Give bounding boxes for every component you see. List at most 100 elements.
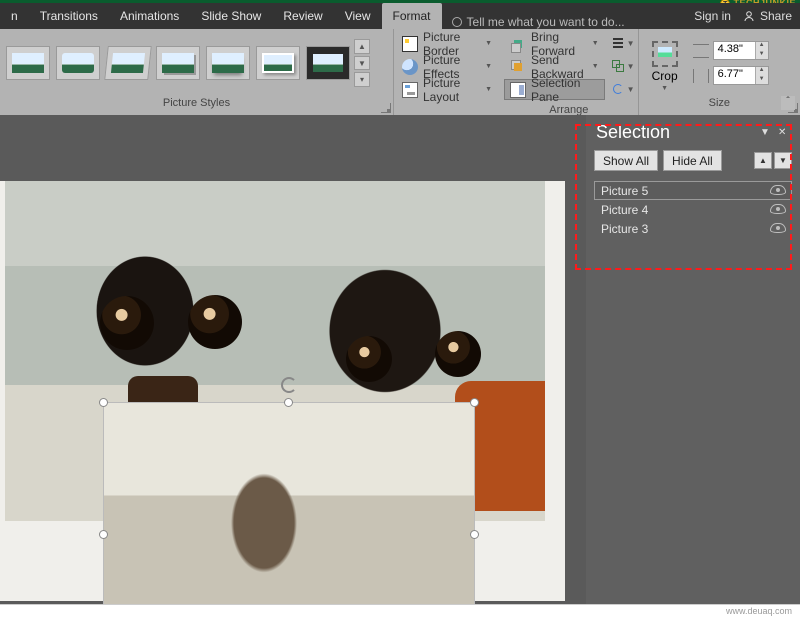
task-pane-options-icon[interactable]: ▼ [760, 127, 772, 138]
style-thumb[interactable] [56, 46, 100, 80]
tab-slideshow[interactable]: Slide Show [190, 3, 272, 29]
height-field[interactable]: 4.38" ▲▼ [713, 41, 769, 60]
group-objects-button[interactable]: ▼ [612, 56, 634, 77]
effects-icon [402, 59, 418, 75]
tab-transitions[interactable]: Transitions [29, 3, 109, 29]
group-label: Picture Styles [0, 97, 393, 115]
align-button[interactable]: ▼ [612, 33, 634, 54]
share-button[interactable]: Share [743, 9, 792, 23]
group-size: Crop ▼ 4.38" ▲▼ 6.77" [639, 29, 800, 115]
hide-all-button[interactable]: Hide All [663, 150, 722, 171]
align-icon [611, 36, 627, 52]
style-thumb[interactable] [206, 46, 250, 80]
style-thumb[interactable] [156, 46, 200, 80]
chevron-down-icon: ▼ [482, 63, 492, 70]
selection-pane-icon [510, 82, 526, 98]
gallery-up[interactable]: ▲ [354, 39, 370, 54]
share-label: Share [760, 9, 792, 23]
resize-handle[interactable] [470, 530, 479, 539]
resize-handle[interactable] [284, 398, 293, 407]
tab-partial[interactable]: n [0, 3, 29, 29]
crop-button[interactable]: Crop ▼ [645, 35, 685, 92]
width-field[interactable]: 6.77" ▲▼ [713, 66, 769, 85]
style-thumb[interactable] [306, 46, 350, 80]
tab-animations[interactable]: Animations [109, 3, 190, 29]
app-window: T TECHJUNKIE n Transitions Animations Sl… [0, 0, 800, 618]
dog-eye [188, 295, 242, 349]
reorder-up-button[interactable]: ▲ [754, 152, 772, 169]
close-icon[interactable]: ✕ [778, 127, 790, 138]
ribbon-tabbar: n Transitions Animations Slide Show Revi… [0, 3, 800, 29]
lightbulb-icon [452, 17, 462, 27]
group-arrange: Bring Forward▼ Send Backward▼ Selection … [500, 29, 639, 115]
chevron-down-icon: ▼ [482, 86, 492, 93]
width-value: 6.77" [714, 67, 755, 84]
resize-handle[interactable] [99, 530, 108, 539]
height-value: 4.38" [714, 42, 755, 59]
picture-selected[interactable] [104, 403, 474, 618]
spinner-up[interactable]: ▲ [755, 42, 768, 51]
slide[interactable] [0, 181, 565, 601]
resize-handle[interactable] [470, 398, 479, 407]
spinner-down[interactable]: ▼ [755, 51, 768, 60]
spinner-down[interactable]: ▼ [755, 76, 768, 85]
resize-handle[interactable] [99, 398, 108, 407]
selection-pane-title: Selection [596, 122, 670, 143]
group-picture-tools: Picture Border▼ Picture Effects▼ Picture… [394, 29, 500, 115]
selection-item[interactable]: Picture 5 [594, 181, 792, 200]
chevron-down-icon: ▼ [589, 63, 599, 70]
group-picture-styles: ▲ ▼ ▾ Picture Styles [0, 29, 394, 115]
share-icon [743, 10, 755, 22]
selection-item[interactable]: Picture 4 [594, 200, 792, 219]
dialog-launcher-icon[interactable] [381, 103, 391, 113]
border-icon [402, 36, 418, 52]
dog-eye [435, 331, 481, 377]
visibility-icon[interactable] [770, 223, 786, 233]
crop-label: Crop [652, 69, 678, 83]
tell-me-placeholder: Tell me what you want to do... [467, 15, 625, 29]
selection-item-label: Picture 3 [601, 222, 648, 236]
chevron-down-icon: ▼ [661, 85, 668, 92]
crop-icon [652, 41, 678, 67]
picture-border-button[interactable]: Picture Border▼ [396, 33, 498, 54]
width-icon [693, 69, 709, 83]
style-thumb[interactable] [6, 46, 50, 80]
visibility-icon[interactable] [770, 204, 786, 214]
footer: www.deuaq.com [0, 604, 800, 618]
reorder-down-button[interactable]: ▼ [774, 152, 792, 169]
style-thumb[interactable] [104, 46, 152, 80]
send-backward-button[interactable]: Send Backward▼ [504, 56, 605, 77]
group-icon [611, 59, 627, 75]
gallery-more[interactable]: ▾ [354, 72, 370, 87]
selection-pane-button[interactable]: Selection Pane [504, 79, 605, 100]
bring-forward-button[interactable]: Bring Forward▼ [504, 33, 605, 54]
layout-icon [402, 82, 418, 98]
tell-me-search[interactable]: Tell me what you want to do... [442, 15, 625, 29]
picture-effects-button[interactable]: Picture Effects▼ [396, 56, 498, 77]
chevron-down-icon: ▼ [589, 40, 599, 47]
spinner-up[interactable]: ▲ [755, 67, 768, 76]
selection-item-label: Picture 4 [601, 203, 648, 217]
group-label: Size [639, 97, 800, 115]
visibility-icon[interactable] [770, 185, 786, 195]
slide-canvas-area[interactable]: Selection ▼ ✕ Show All Hide All ▲ ▼ Pict… [0, 115, 800, 604]
tab-review[interactable]: Review [272, 3, 333, 29]
rotate-button[interactable]: ▼ [612, 79, 634, 100]
selection-pane: Selection ▼ ✕ Show All Hide All ▲ ▼ Pict… [586, 115, 800, 604]
tab-format[interactable]: Format [382, 3, 442, 29]
selection-item[interactable]: Picture 3 [594, 219, 792, 238]
gallery-down[interactable]: ▼ [354, 56, 370, 71]
signin-link[interactable]: Sign in [694, 9, 731, 23]
rotate-handle[interactable] [281, 377, 297, 393]
bring-forward-icon [510, 36, 526, 52]
selection-item-label: Picture 5 [601, 184, 648, 198]
style-thumb[interactable] [256, 46, 300, 80]
picture-layout-button[interactable]: Picture Layout▼ [396, 79, 498, 100]
ribbon: ▲ ▼ ▾ Picture Styles Picture Border▼ Pic… [0, 29, 800, 115]
footer-text: www.deuaq.com [726, 606, 792, 616]
send-backward-icon [510, 59, 526, 75]
selection-items-list: Picture 5 Picture 4 Picture 3 [586, 179, 800, 240]
show-all-button[interactable]: Show All [594, 150, 658, 171]
collapse-ribbon-button[interactable]: ˆ [781, 96, 795, 110]
tab-view[interactable]: View [334, 3, 382, 29]
